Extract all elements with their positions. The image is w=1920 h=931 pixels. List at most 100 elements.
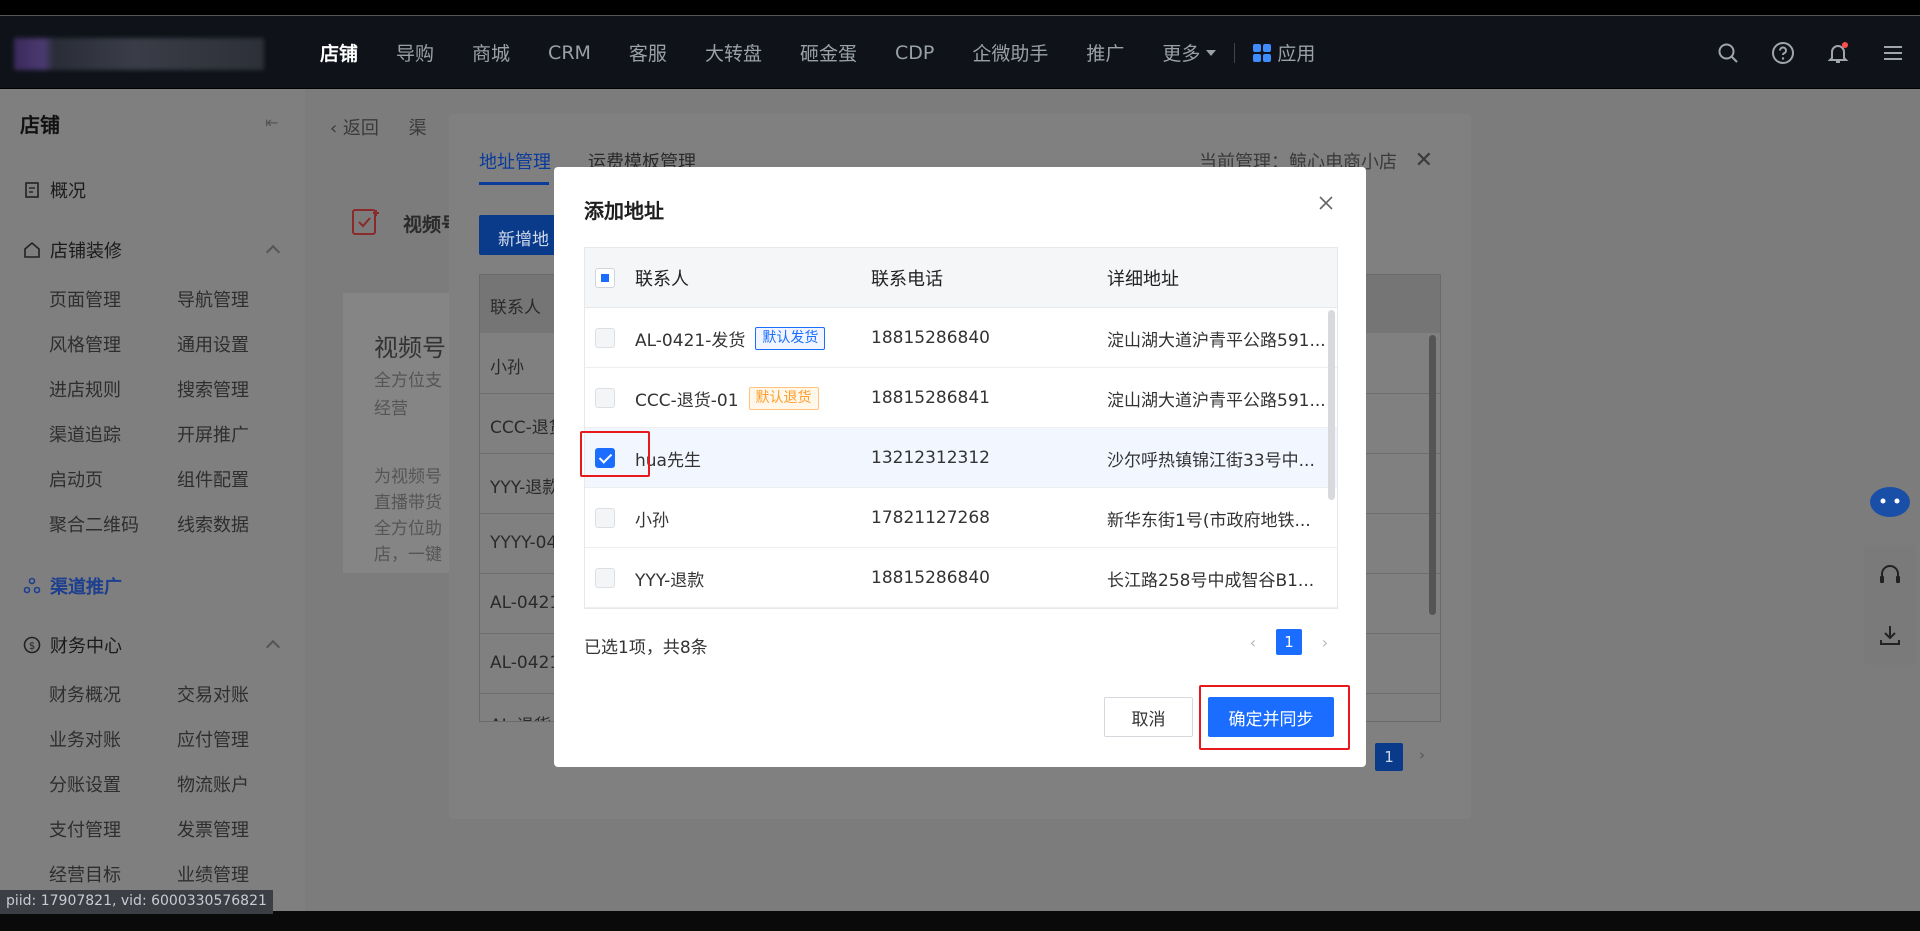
address-cell: 淀山湖大道沪青平公路591... <box>1107 390 1326 411</box>
video-channel-icon <box>349 204 383 238</box>
nav-more-menu[interactable]: 更多 <box>1162 39 1217 66</box>
currency-icon: $ <box>22 635 42 655</box>
sidebar-item-channel-track[interactable]: 渠道追踪 <box>49 421 121 447</box>
sidebar-item-overview[interactable]: 概况 <box>22 177 86 203</box>
sidebar-item-component-config[interactable]: 组件配置 <box>177 466 249 492</box>
selection-summary: 已选1项，共8条 <box>584 638 708 658</box>
sidebar-item-style-manage[interactable]: 风格管理 <box>49 331 121 357</box>
nav-item-guide[interactable]: 导购 <box>396 39 434 66</box>
sidebar-item-launch-page[interactable]: 启动页 <box>49 466 103 492</box>
chevron-right-icon[interactable]: › <box>1419 746 1425 764</box>
cancel-button[interactable]: 取消 <box>1104 697 1193 737</box>
sidebar-item-payment-manage[interactable]: 支付管理 <box>49 816 121 842</box>
back-link[interactable]: ‹ 返回 渠 <box>330 114 427 140</box>
close-icon[interactable] <box>1316 193 1336 213</box>
nav-apps[interactable]: 应用 <box>1253 39 1315 66</box>
nav-item-mall[interactable]: 商城 <box>472 39 510 66</box>
nav-item-egg[interactable]: 砸金蛋 <box>800 39 857 66</box>
nav-item-wecom[interactable]: 企微助手 <box>972 39 1048 66</box>
sidebar-item-payables[interactable]: 应付管理 <box>177 726 249 752</box>
table-row[interactable]: AL-0421-发货 默认发货 18815286840 淀山湖大道沪青平公路591… <box>585 308 1337 368</box>
chevron-right-icon[interactable]: › <box>1312 633 1338 652</box>
help-icon[interactable] <box>1755 33 1810 73</box>
chevron-up-icon[interactable] <box>265 244 281 260</box>
sidebar-item-split-settings[interactable]: 分账设置 <box>49 771 121 797</box>
window-top-strip <box>0 0 1920 15</box>
headset-icon[interactable] <box>1864 545 1916 605</box>
tab-address-manage[interactable]: 地址管理 <box>479 148 551 174</box>
debug-id-label: piid: 17907821, vid: 6000330576821 <box>0 890 273 914</box>
sidebar-item-entry-rules[interactable]: 进店规则 <box>49 376 121 402</box>
sidebar-item-biz-reconcile[interactable]: 业务对账 <box>49 726 121 752</box>
chat-bot-icon[interactable] <box>1868 484 1912 520</box>
table-cell: AL-0421 <box>490 593 561 613</box>
row-checkbox[interactable] <box>595 568 615 588</box>
store-logo <box>14 38 264 70</box>
nav-item-store[interactable]: 店铺 <box>320 39 358 66</box>
row-checkbox-checked[interactable] <box>595 448 615 468</box>
sidebar-item-nav-manage[interactable]: 导航管理 <box>177 286 249 312</box>
sidebar-section-finance[interactable]: $ 财务中心 <box>22 632 122 658</box>
pagination: ‹ 1 › <box>1240 629 1338 655</box>
table-row-selected[interactable]: hua先生 13212312312 沙尔呼热镇锦江街33号中... <box>585 428 1337 488</box>
select-all-checkbox[interactable] <box>595 268 615 288</box>
sidebar-section-decor[interactable]: 店铺装修 <box>22 237 122 263</box>
active-tab-indicator <box>479 182 549 185</box>
sidebar-item-channel-promo-label: 渠道推广 <box>50 577 122 598</box>
search-icon[interactable] <box>1700 33 1755 73</box>
chevron-up-icon[interactable] <box>265 639 281 655</box>
table-cell: AL-0421 <box>490 653 561 673</box>
svg-text:$: $ <box>29 641 35 652</box>
sidebar-section-finance-label: 财务中心 <box>50 636 122 657</box>
share-nodes-icon <box>22 576 42 596</box>
apps-grid-icon <box>1253 43 1272 62</box>
table-row[interactable]: CCC-退货-01 默认退货 18815286841 淀山湖大道沪青平公路591.… <box>585 368 1337 428</box>
close-icon[interactable]: ✕ <box>1415 148 1433 173</box>
nav-item-wheel[interactable]: 大转盘 <box>705 39 762 66</box>
menu-icon[interactable] <box>1865 33 1920 73</box>
table-row[interactable]: 小孙 17821127268 新华东街1号(市政府地铁... <box>585 488 1337 548</box>
nav-item-promo[interactable]: 推广 <box>1086 39 1124 66</box>
nav-item-cdp[interactable]: CDP <box>895 42 934 64</box>
table-row[interactable]: YYY-退款 18815286840 长江路258号中成智谷B1... <box>585 548 1337 608</box>
sidebar-item-general-settings[interactable]: 通用设置 <box>177 331 249 357</box>
table-cell: 小孙 <box>490 358 524 378</box>
video-card-text: 为视频号 <box>374 467 442 487</box>
chevron-left-icon: ‹ <box>330 118 343 139</box>
video-card-text: 直播带货 <box>374 493 442 513</box>
row-checkbox[interactable] <box>595 328 615 348</box>
breadcrumb: 渠 <box>408 118 427 139</box>
page-1-button[interactable]: 1 <box>1276 629 1302 655</box>
sidebar-item-search-manage[interactable]: 搜索管理 <box>177 376 249 402</box>
row-checkbox[interactable] <box>595 508 615 528</box>
sidebar-item-logistics-account[interactable]: 物流账户 <box>177 771 249 797</box>
bottom-bar <box>0 911 1920 931</box>
sidebar-item-finance-overview[interactable]: 财务概况 <box>49 681 121 707</box>
download-icon[interactable] <box>1864 605 1916 665</box>
row-checkbox[interactable] <box>595 388 615 408</box>
nav-more-label: 更多 <box>1162 43 1201 65</box>
main-nav: 店铺 导购 商城 CRM 客服 大转盘 砸金蛋 CDP 企微助手 推广 更多 应… <box>320 16 1315 89</box>
contact-cell: CCC-退货-01 默认退货 <box>635 368 819 428</box>
nav-separator <box>1234 42 1236 63</box>
table-scrollbar[interactable] <box>1429 335 1436 615</box>
default-ship-tag: 默认发货 <box>755 326 826 350</box>
bell-icon[interactable] <box>1810 33 1865 73</box>
sidebar-item-biz-goals[interactable]: 经营目标 <box>49 861 121 887</box>
sidebar-item-splash-promo[interactable]: 开屏推广 <box>177 421 249 447</box>
table-scrollbar[interactable] <box>1328 310 1335 500</box>
sidebar-item-leads-data[interactable]: 线索数据 <box>177 511 249 537</box>
chevron-left-icon[interactable]: ‹ <box>1240 633 1266 652</box>
sidebar-item-trade-reconcile[interactable]: 交易对账 <box>177 681 249 707</box>
sidebar-item-invoice-manage[interactable]: 发票管理 <box>177 816 249 842</box>
sidebar-item-performance[interactable]: 业绩管理 <box>177 861 249 887</box>
back-label: 返回 <box>342 118 379 139</box>
confirm-sync-button[interactable]: 确定并同步 <box>1208 697 1334 737</box>
nav-item-crm[interactable]: CRM <box>548 42 591 64</box>
nav-item-service[interactable]: 客服 <box>629 39 667 66</box>
sidebar-item-channel-promo[interactable]: 渠道推广 <box>22 573 122 599</box>
sidebar-item-page-manage[interactable]: 页面管理 <box>49 286 121 312</box>
page-1-button[interactable]: 1 <box>1375 743 1403 771</box>
collapse-sidebar-icon[interactable]: ⇤ <box>265 113 278 132</box>
sidebar-item-qrcode[interactable]: 聚合二维码 <box>49 511 139 537</box>
